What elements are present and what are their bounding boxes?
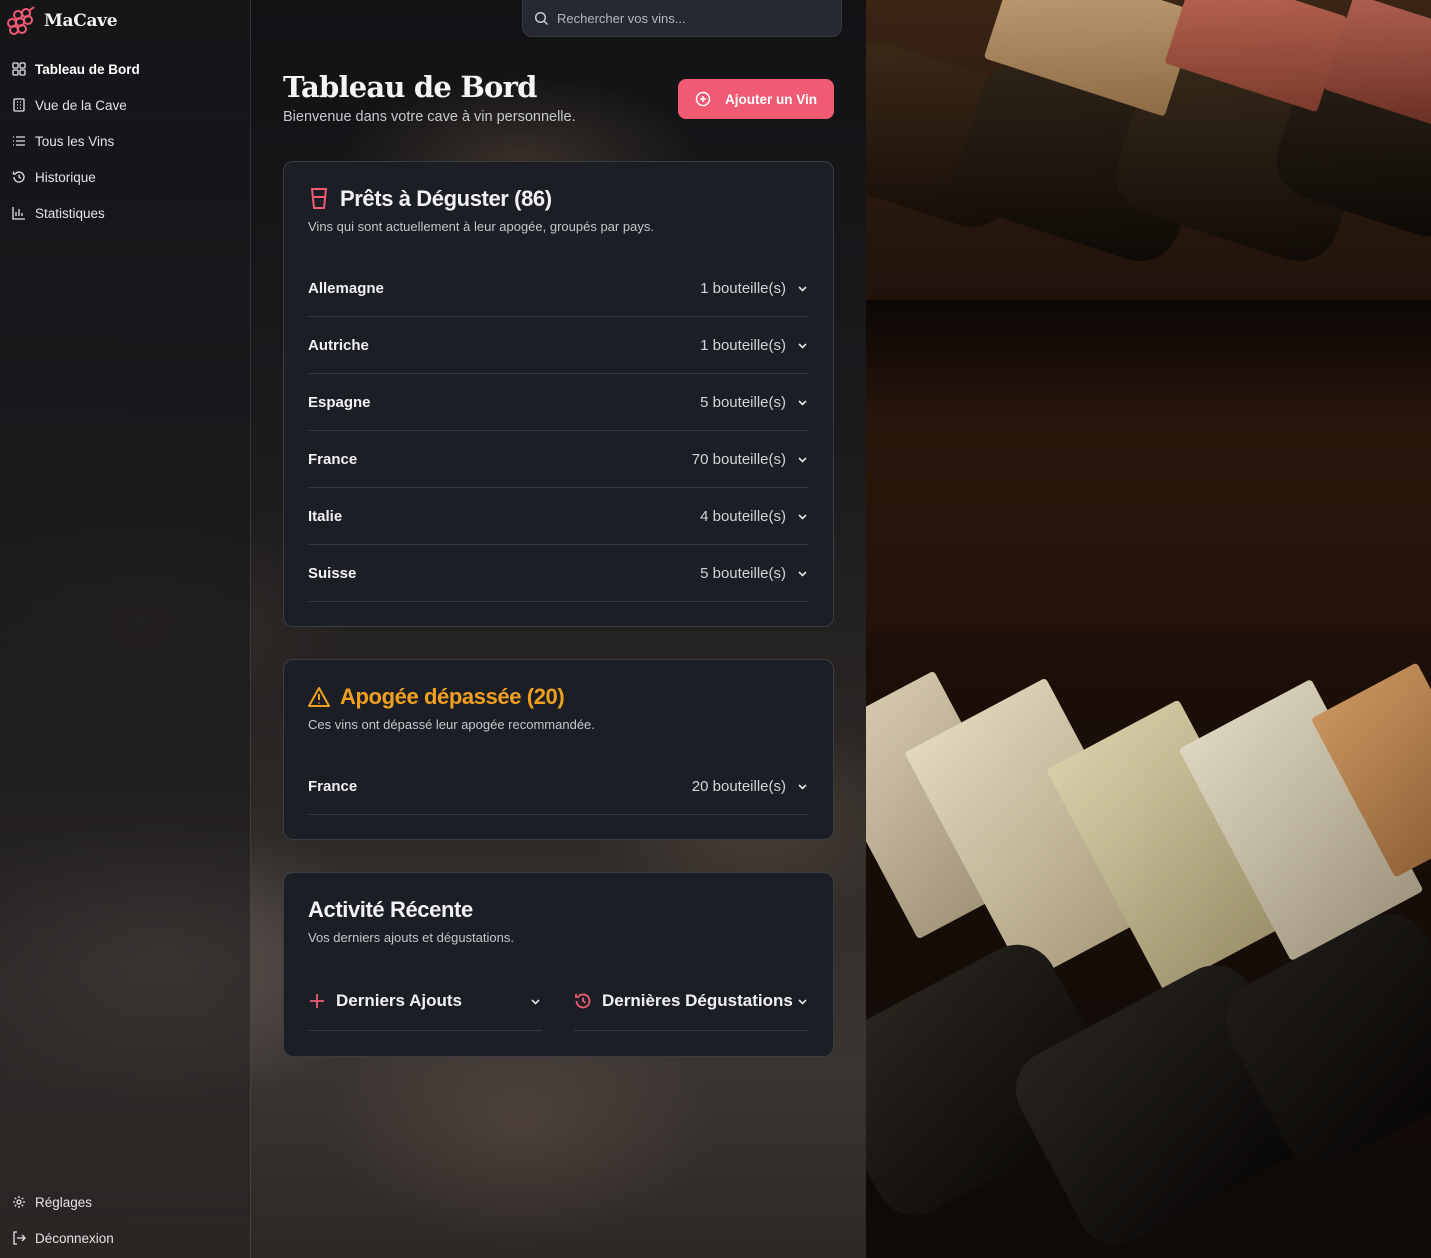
- brand[interactable]: MaCave: [6, 6, 118, 36]
- chevron-down-icon: [798, 998, 807, 1005]
- chevron-down-icon: [798, 399, 807, 406]
- card-description: Vins qui sont actuellement à leur apogée…: [308, 219, 654, 234]
- bottle-count: 70 bouteille(s): [691, 450, 786, 468]
- sidebar-item-label: Historique: [35, 169, 96, 185]
- page-subtitle: Bienvenue dans votre cave à vin personne…: [283, 109, 576, 125]
- dashboard-icon: [12, 62, 26, 76]
- warning-icon: [308, 687, 330, 707]
- country-list: France 20 bouteille(s): [308, 758, 809, 815]
- latest-additions-label-group: Derniers Ajouts: [308, 991, 462, 1011]
- bottle-count: 20 bouteille(s): [691, 777, 786, 795]
- latest-tastings-label: Dernières Dégustations: [602, 991, 793, 1010]
- sidebar-bottom-nav: Réglages Déconnexion: [0, 1184, 251, 1256]
- chevron-down-icon: [798, 456, 807, 463]
- gear-icon: [13, 1196, 25, 1208]
- glass-icon: [310, 188, 328, 209]
- country-row[interactable]: France 20 bouteille(s): [308, 758, 809, 815]
- ready-to-drink-card: Prêts à Déguster (86) Vins qui sont actu…: [283, 161, 834, 627]
- bottle-count: 4 bouteille(s): [700, 507, 786, 525]
- bottle-count: 5 bouteille(s): [700, 393, 786, 411]
- latest-additions-toggle[interactable]: Derniers Ajouts: [308, 972, 542, 1031]
- sidebar-item-label: Tous les Vins: [35, 133, 115, 149]
- past-peak-card: Apogée dépassée (20) Ces vins ont dépass…: [283, 659, 834, 840]
- latest-additions-label: Derniers Ajouts: [336, 991, 462, 1010]
- row-right: 4 bouteille(s): [700, 508, 809, 525]
- add-wine-button[interactable]: Ajouter un Vin: [678, 79, 834, 119]
- recent-activity-card: Activité Récente Vos derniers ajouts et …: [283, 872, 834, 1057]
- plus-icon: [310, 994, 324, 1008]
- card-title: Activité Récente: [308, 897, 473, 922]
- grapes-logo-icon: [7, 6, 35, 35]
- history-icon: [575, 993, 591, 1009]
- bottle-count: 5 bouteille(s): [700, 564, 786, 582]
- search-bar: [522, 0, 842, 37]
- country-list: Allemagne 1 bouteille(s) Autriche 1 bout…: [308, 260, 809, 602]
- card-header: Apogée dépassée (20): [308, 684, 565, 710]
- row-right: 1 bouteille(s): [700, 337, 809, 354]
- chevron-down-icon: [531, 998, 540, 1005]
- row-right: 70 bouteille(s): [692, 451, 809, 468]
- logout-icon: [13, 1231, 26, 1245]
- country-name: Autriche: [308, 336, 369, 354]
- chevron-down-icon: [798, 783, 807, 790]
- card-header: Activité Récente: [308, 897, 473, 923]
- chevron-down-icon: [798, 570, 807, 577]
- sidebar-item-history[interactable]: Historique: [0, 159, 251, 195]
- card-description: Vos derniers ajouts et dégustations.: [308, 930, 514, 945]
- country-name: Suisse: [308, 564, 357, 582]
- bottle-count: 1 bouteille(s): [700, 279, 786, 297]
- country-row[interactable]: Autriche 1 bouteille(s): [308, 317, 809, 374]
- row-right: 1 bouteille(s): [700, 280, 809, 297]
- add-wine-label: Ajouter un Vin: [724, 91, 817, 107]
- wine-bottles-photo: [866, 0, 1431, 1258]
- chevron-down-icon: [798, 342, 807, 349]
- latest-tastings-label-group: Dernières Dégustations: [574, 991, 793, 1011]
- building-icon: [13, 98, 25, 112]
- row-right: 5 bouteille(s): [700, 565, 809, 582]
- sidebar: MaCave Tableau de Bord Vue de la Cave To…: [0, 0, 251, 1258]
- card-description: Ces vins ont dépassé leur apogée recomma…: [308, 717, 595, 732]
- sidebar-item-statistics[interactable]: Statistiques: [0, 195, 251, 231]
- card-title: Apogée dépassée (20): [340, 684, 565, 709]
- sidebar-item-label: Réglages: [35, 1194, 93, 1210]
- search-input[interactable]: [557, 10, 817, 26]
- country-row[interactable]: Suisse 5 bouteille(s): [308, 545, 809, 602]
- bottle-count: 1 bouteille(s): [700, 336, 786, 354]
- country-name: France: [308, 777, 358, 795]
- country-row[interactable]: Italie 4 bouteille(s): [308, 488, 809, 545]
- bar-chart-icon: [12, 207, 25, 220]
- sidebar-item-label: Tableau de Bord: [35, 61, 140, 77]
- plus-circle-icon: [695, 91, 711, 107]
- history-icon: [12, 171, 25, 183]
- sidebar-nav: Tableau de Bord Vue de la Cave Tous les …: [0, 51, 251, 231]
- app-name: MaCave: [44, 11, 118, 31]
- sidebar-item-label: Déconnexion: [35, 1230, 114, 1246]
- country-name: Italie: [308, 507, 343, 525]
- row-right: 20 bouteille(s): [692, 778, 809, 795]
- country-name: Allemagne: [308, 279, 384, 297]
- list-icon: [13, 136, 25, 146]
- country-row[interactable]: Espagne 5 bouteille(s): [308, 374, 809, 431]
- country-row[interactable]: France 70 bouteille(s): [308, 431, 809, 488]
- sidebar-item-label: Statistiques: [35, 205, 105, 221]
- search-icon: [534, 11, 549, 25]
- chevron-down-icon: [798, 285, 807, 292]
- sidebar-item-all-wines[interactable]: Tous les Vins: [0, 123, 251, 159]
- latest-tastings-toggle[interactable]: Dernières Dégustations: [574, 972, 809, 1031]
- card-title: Prêts à Déguster (86): [340, 186, 552, 211]
- sidebar-item-cellar-view[interactable]: Vue de la Cave: [0, 87, 251, 123]
- sidebar-item-label: Vue de la Cave: [35, 97, 127, 113]
- chevron-down-icon: [798, 513, 807, 520]
- country-row[interactable]: Allemagne 1 bouteille(s): [308, 260, 809, 317]
- country-name: Espagne: [308, 393, 371, 411]
- card-header: Prêts à Déguster (86): [308, 186, 552, 212]
- country-name: France: [308, 450, 358, 468]
- sidebar-item-logout[interactable]: Déconnexion: [0, 1220, 251, 1256]
- page-title: Tableau de Bord: [283, 70, 537, 104]
- row-right: 5 bouteille(s): [700, 394, 809, 411]
- sidebar-item-dashboard[interactable]: Tableau de Bord: [0, 51, 251, 87]
- sidebar-item-settings[interactable]: Réglages: [0, 1184, 251, 1220]
